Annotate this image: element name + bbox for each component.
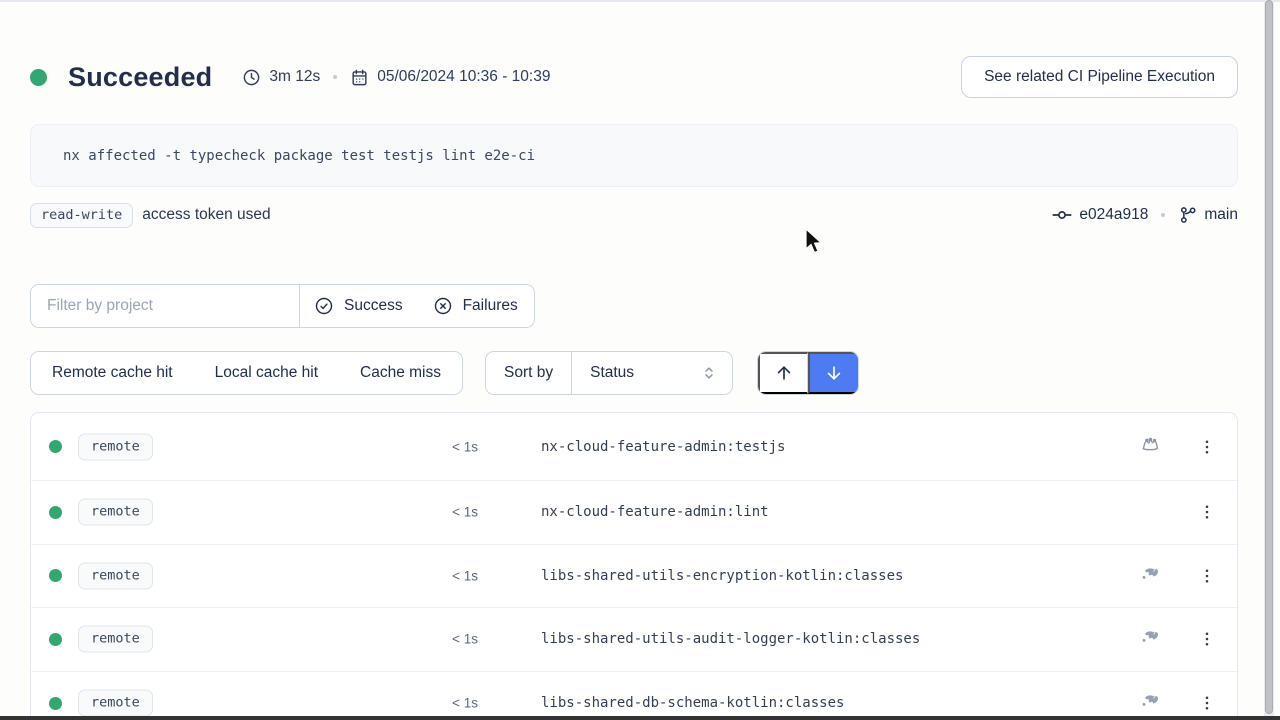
- gradle-icon: [1139, 690, 1161, 717]
- task-duration: < 1s: [401, 505, 478, 520]
- run-duration-value: 3m 12s: [269, 68, 320, 86]
- separator-dot: [333, 75, 337, 79]
- git-branch-icon: [1178, 205, 1198, 225]
- sort-ascending-button[interactable]: [758, 352, 808, 394]
- task-list: remote < 1s nx-cloud-feature-admin:testj…: [30, 412, 1238, 720]
- clock-icon: [242, 68, 261, 87]
- task-menu-button[interactable]: [1195, 500, 1219, 524]
- commit-sha: e024a918: [1079, 206, 1148, 224]
- see-related-pipeline-button[interactable]: See related CI Pipeline Execution: [961, 56, 1238, 98]
- task-duration: < 1s: [401, 696, 478, 711]
- cache-source-badge: remote: [78, 499, 153, 526]
- kebab-menu-icon: [1198, 630, 1216, 648]
- run-header: Succeeded 3m 12s 05/06/2024 10:36 - 10:3…: [30, 55, 1238, 99]
- task-duration: < 1s: [401, 632, 478, 647]
- commit-icon: [1051, 204, 1073, 226]
- tab-remote-cache-hit[interactable]: Remote cache hit: [31, 352, 194, 394]
- access-token-badge: read-write: [30, 203, 133, 228]
- cache-source-badge: remote: [78, 433, 153, 460]
- tab-cache-miss[interactable]: Cache miss: [339, 352, 462, 394]
- task-menu-button[interactable]: [1195, 691, 1219, 715]
- sort-by-value: Status: [590, 364, 634, 382]
- task-status-dot: [49, 440, 62, 453]
- token-row: read-write access token used e024a918 ma…: [30, 201, 1238, 229]
- task-name: libs-shared-utils-audit-logger-kotlin:cl…: [541, 631, 920, 647]
- jest-icon: [1139, 433, 1161, 460]
- vcs-info: e024a918 main: [1051, 204, 1238, 226]
- sort-group: Sort by Status: [485, 351, 733, 395]
- task-row[interactable]: remote < 1s nx-cloud-feature-admin:testj…: [31, 413, 1237, 481]
- status-dot: [30, 69, 47, 86]
- run-command-box: nx affected -t typecheck package test te…: [30, 124, 1238, 187]
- cache-source-badge: remote: [78, 690, 153, 717]
- task-row[interactable]: remote < 1s libs-shared-utils-audit-logg…: [31, 608, 1237, 672]
- cache-filter-group: Remote cache hit Local cache hit Cache m…: [30, 351, 463, 395]
- task-row[interactable]: remote < 1s libs-shared-db-schema-kotlin…: [31, 672, 1237, 720]
- check-circle-icon: [314, 296, 334, 316]
- task-status-dot: [49, 569, 62, 582]
- sort-by-label: Sort by: [486, 352, 572, 394]
- task-status-dot: [49, 506, 62, 519]
- task-status-dot: [49, 697, 62, 710]
- gradle-icon: [1139, 562, 1161, 589]
- calendar-icon: [350, 68, 369, 87]
- chevron-up-down-icon: [700, 364, 718, 382]
- task-status-dot: [49, 633, 62, 646]
- task-row[interactable]: remote < 1s libs-shared-utils-encryption…: [31, 545, 1237, 609]
- filter-input-segment: [31, 285, 300, 327]
- task-duration: < 1s: [401, 568, 478, 583]
- x-circle-icon: [433, 296, 453, 316]
- run-date-range-value: 05/06/2024 10:36 - 10:39: [377, 68, 550, 86]
- tab-local-cache-hit[interactable]: Local cache hit: [194, 352, 339, 394]
- task-name: libs-shared-utils-encryption-kotlin:clas…: [541, 568, 903, 584]
- filter-row: Success Failures: [30, 284, 1238, 328]
- arrow-up-icon: [774, 363, 794, 383]
- task-row[interactable]: remote < 1s nx-cloud-feature-admin:lint: [31, 481, 1237, 545]
- cache-source-badge: remote: [78, 562, 153, 589]
- task-name: nx-cloud-feature-admin:testjs: [541, 439, 785, 455]
- controls-row: Remote cache hit Local cache hit Cache m…: [30, 351, 1238, 395]
- run-detail-page: Succeeded 3m 12s 05/06/2024 10:36 - 10:3…: [30, 0, 1238, 720]
- run-command: nx affected -t typecheck package test te…: [63, 148, 535, 164]
- arrow-down-icon: [824, 363, 844, 383]
- kebab-menu-icon: [1198, 438, 1216, 456]
- access-token-text: access token used: [142, 206, 270, 224]
- task-menu-button[interactable]: [1195, 564, 1219, 588]
- sort-by-select[interactable]: Status: [572, 352, 732, 394]
- vertical-scrollbar[interactable]: [1264, 0, 1274, 720]
- separator-dot: [1161, 213, 1165, 217]
- kebab-menu-icon: [1198, 694, 1216, 712]
- branch-name: main: [1204, 206, 1238, 224]
- task-menu-button[interactable]: [1195, 435, 1219, 459]
- sort-descending-button[interactable]: [808, 352, 858, 394]
- task-name: libs-shared-db-schema-kotlin:classes: [541, 695, 844, 711]
- cache-source-badge: remote: [78, 626, 153, 653]
- scrollbar-thumb[interactable]: [1265, 0, 1273, 714]
- failures-filter-button[interactable]: Failures: [419, 285, 534, 327]
- mouse-cursor: [805, 228, 827, 258]
- page-title: Succeeded: [68, 62, 212, 93]
- run-date-range: 05/06/2024 10:36 - 10:39: [350, 68, 550, 87]
- project-filter-group: Success Failures: [30, 284, 535, 328]
- bottom-window-edge: [0, 716, 1280, 720]
- task-duration: < 1s: [401, 439, 478, 454]
- failures-filter-label: Failures: [463, 297, 518, 315]
- sort-direction-group: [757, 351, 859, 395]
- success-filter-button[interactable]: Success: [300, 285, 419, 327]
- task-menu-button[interactable]: [1195, 627, 1219, 651]
- task-name: nx-cloud-feature-admin:lint: [541, 504, 769, 520]
- filter-by-project-input[interactable]: [31, 297, 299, 315]
- gradle-icon: [1139, 626, 1161, 653]
- kebab-menu-icon: [1198, 567, 1216, 585]
- run-duration: 3m 12s: [242, 68, 320, 87]
- kebab-menu-icon: [1198, 503, 1216, 521]
- success-filter-label: Success: [344, 297, 403, 315]
